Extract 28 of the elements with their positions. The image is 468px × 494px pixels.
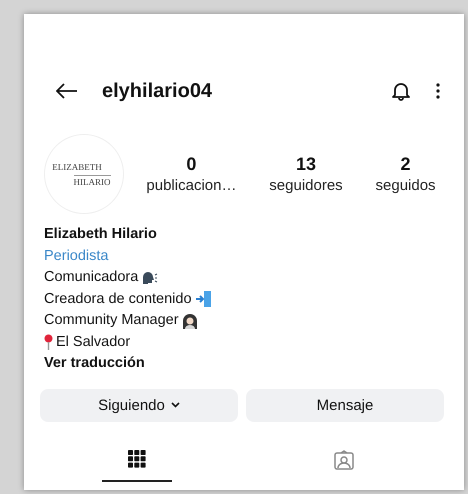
username: elyhilario04 <box>102 80 214 102</box>
logo-text: HILARIO <box>74 174 110 186</box>
stat-count: 0 <box>186 154 196 175</box>
bio-line: Community Manager <box>44 311 179 330</box>
arrow-into-door-icon <box>194 290 212 308</box>
tagged-person-icon <box>334 450 354 470</box>
bio-line: Comunicadora <box>44 268 138 287</box>
chevron-down-icon <box>170 402 180 408</box>
pin-icon <box>44 334 53 350</box>
stat-label: seguidores <box>269 177 343 194</box>
stat-count: 2 <box>400 154 411 175</box>
stat-count: 13 <box>296 154 316 175</box>
display-name: Elizabeth Hilario <box>44 225 157 244</box>
profile-action-button[interactable]: Siguiendo <box>40 388 238 422</box>
category-label: Periodista <box>44 246 108 266</box>
bio-line: El Salvador <box>56 332 130 352</box>
grid-icon <box>128 450 146 468</box>
bell-icon[interactable] <box>392 81 410 101</box>
stat-label: seguidos <box>376 177 436 194</box>
back-arrow-icon[interactable] <box>56 83 78 99</box>
more-options-icon[interactable] <box>436 83 440 99</box>
profile-action-button[interactable]: Mensaje <box>246 388 444 422</box>
logo-text: ELIZABETH <box>52 162 102 172</box>
bio-line: Creadora de contenido <box>44 290 192 308</box>
speaking-head-icon <box>141 270 158 286</box>
stat-label: publicacion… <box>146 177 236 194</box>
person-icon <box>182 312 198 329</box>
translate-link[interactable]: Ver traducción <box>44 353 145 374</box>
